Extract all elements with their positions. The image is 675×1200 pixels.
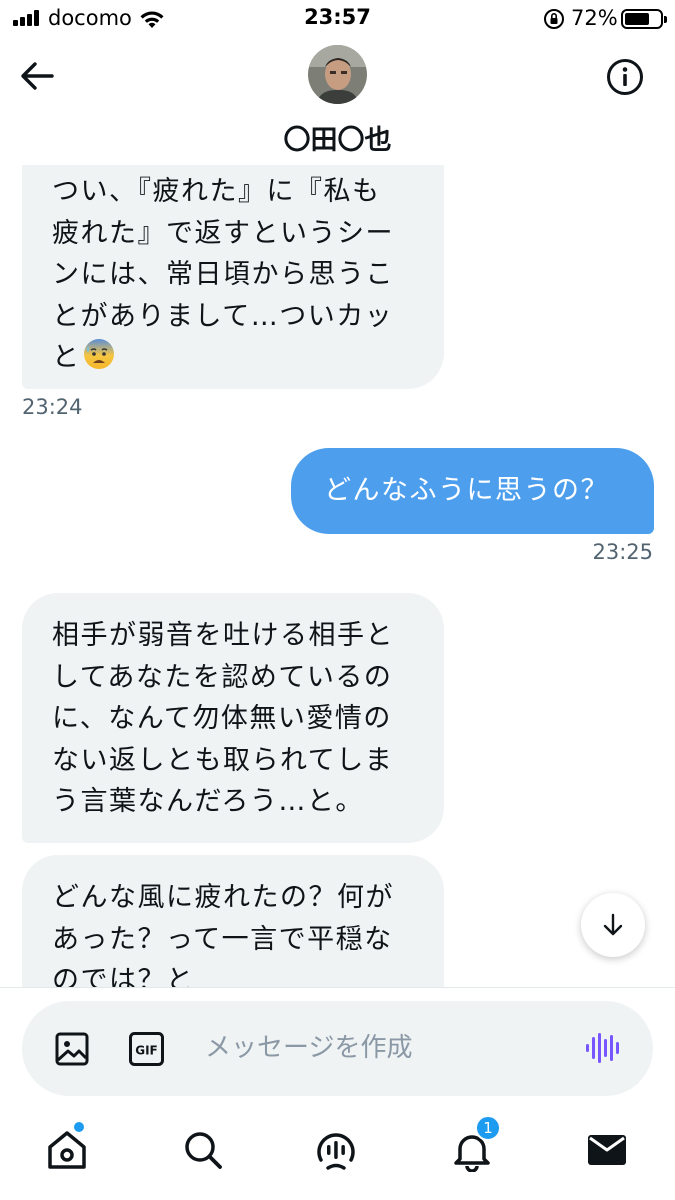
- tab-messages[interactable]: [585, 1128, 629, 1172]
- message-input[interactable]: [205, 1025, 565, 1071]
- conversation-title[interactable]: 〇田〇也: [0, 118, 675, 157]
- message-timestamp: 23:25: [592, 540, 653, 564]
- message-bubble-incoming[interactable]: 相手が弱音を吐ける相手と してあなたを認めているの に、なんて勿体無い愛情の な…: [22, 593, 444, 843]
- conversation-header: 〇田〇也: [0, 40, 675, 165]
- message-text: 相手が弱音を吐ける相手と してあなたを認めているの に、なんて勿体無い愛情の な…: [52, 620, 394, 817]
- info-icon[interactable]: [606, 58, 644, 96]
- voice-message-icon[interactable]: [585, 1031, 621, 1065]
- back-arrow-icon[interactable]: [20, 60, 54, 92]
- message-timestamp: 23:24: [22, 395, 83, 419]
- message-text: どんな風に疲れたの？何が あった？って一言で平穏な のでは？と: [52, 882, 394, 987]
- message-composer: GIF: [22, 1001, 653, 1096]
- arrow-down-icon: [603, 913, 623, 936]
- image-icon[interactable]: [55, 1032, 89, 1066]
- message-bubble-outgoing[interactable]: どんなふうに思うの？: [291, 448, 654, 534]
- message-bubble-incoming[interactable]: どんな風に疲れたの？何が あった？って一言で平穏な のでは？と: [22, 855, 444, 987]
- gif-label: GIF: [135, 1044, 158, 1058]
- tab-search[interactable]: [181, 1128, 225, 1172]
- message-bubble-incoming[interactable]: つい、『疲れた』に『私も 疲れた』で返すというシー ンには、常日頃から思うこ と…: [22, 165, 444, 389]
- home-icon: [48, 1131, 86, 1169]
- composer-divider: [0, 987, 675, 988]
- message-list[interactable]: つい、『疲れた』に『私も 疲れた』で返すというシー ンには、常日頃から思うこ と…: [0, 165, 675, 987]
- messages-icon: [588, 1135, 626, 1165]
- search-icon: [185, 1132, 222, 1169]
- message-text: どんなふうに思うの？: [324, 475, 609, 506]
- rotation-lock-icon: [544, 9, 564, 29]
- status-bar: docomo 23:57 72%: [0, 0, 675, 40]
- tab-spaces[interactable]: [314, 1128, 358, 1172]
- tab-notifications[interactable]: 1: [450, 1115, 501, 1173]
- anxious-face-with-sweat-emoji-icon: [83, 339, 114, 369]
- avatar[interactable]: [308, 45, 367, 104]
- gif-icon[interactable]: GIF: [129, 1032, 164, 1066]
- battery-icon: [621, 9, 667, 29]
- tab-home[interactable]: [45, 1122, 89, 1172]
- scroll-to-bottom-button[interactable]: [581, 893, 645, 957]
- spaces-icon: [317, 1133, 355, 1170]
- home-unread-dot: [74, 1122, 84, 1132]
- notification-count-badge: 1: [475, 1115, 501, 1141]
- bottom-tab-bar: 1: [0, 1110, 675, 1200]
- battery-percentage: 72%: [571, 6, 618, 30]
